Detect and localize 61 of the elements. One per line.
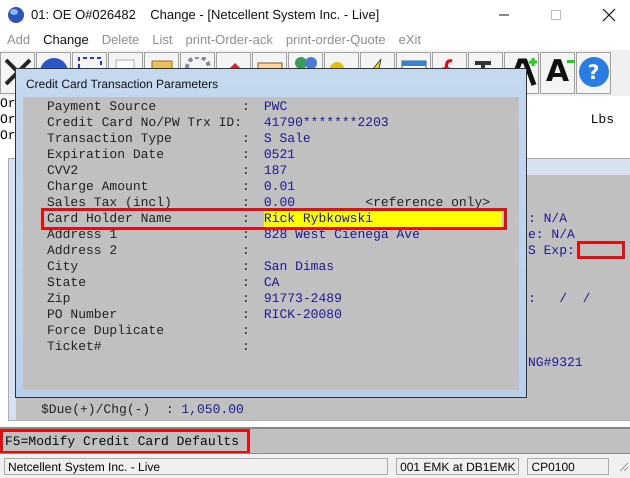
field-label: Zip [47, 291, 72, 307]
field-label: Charge Amount [47, 179, 150, 195]
field-value: 0521 [264, 147, 296, 163]
colon-text: : [242, 131, 250, 146]
colon-text: : [242, 179, 250, 194]
colon-text: : [242, 195, 250, 210]
colon-text: : [242, 275, 250, 290]
field-label: City [47, 259, 80, 275]
field-text: : N/A [528, 210, 568, 227]
field-value: 0.01 [264, 179, 296, 195]
field-value: 1,050.00 [181, 402, 244, 418]
colon-text: : [242, 259, 250, 274]
field-value: 0.00 [264, 195, 296, 211]
field-label: Expiration Date [47, 147, 166, 163]
field-value: 91773-2489 [264, 291, 342, 307]
note-text: <reference only> [365, 195, 490, 211]
field-value: PWC [264, 99, 288, 115]
status-panel: Netcellent System Inc. - Live [4, 458, 388, 475]
colon-text: : [242, 147, 250, 162]
field-label: State [47, 275, 88, 291]
field-label: Address 2 [47, 243, 118, 259]
colon-text: : [242, 243, 250, 258]
colon-text: : [166, 402, 175, 418]
field-label: PO Number [47, 307, 118, 323]
field-value: San Dimas [264, 259, 334, 275]
unit-label: Lbs [590, 112, 614, 128]
field-value: RICK-20080 [264, 307, 342, 323]
colon-text: : [242, 339, 250, 354]
field-text: e: N/A [528, 226, 575, 243]
field-label: Or [0, 112, 16, 128]
field-label: Address 1 [47, 227, 118, 243]
field-text: : / / [528, 290, 590, 307]
field-text: S Exp: [528, 242, 575, 259]
colon-text: : [242, 307, 250, 322]
window-title: 01: OE O#026482 Change - [Netcellent System Inc. - Live] [31, 7, 380, 22]
field-label: Payment Source [47, 99, 158, 115]
field-label: $Due(+)/Chg(-) [41, 402, 152, 418]
dialog-title: Credit Card Transaction Parameters [26, 77, 218, 91]
field-value: 187 [264, 163, 288, 179]
status-panel: CP0100 [527, 458, 610, 475]
field-label: Card Holder Name [47, 211, 173, 227]
field-label: Or [0, 128, 16, 144]
colon-text: : [242, 227, 250, 242]
colon-text: : [242, 211, 250, 226]
colon-text: : [242, 163, 250, 178]
help-icon: ? [578, 56, 608, 87]
field-label: Force Duplicate [47, 323, 166, 339]
field-label: Or [0, 96, 16, 112]
field-label: CVV2 [47, 163, 80, 179]
field-value: CA [264, 275, 280, 291]
colon-text: : [242, 291, 250, 306]
colon-text: : [242, 99, 250, 114]
field-label: Sales Tax (incl) [47, 195, 173, 211]
field-label: Transaction Type [47, 131, 173, 147]
status-panel: 001 EMK at DB1EMK [396, 458, 520, 475]
field-value: S Sale [264, 131, 311, 147]
colon-text: : [242, 323, 250, 338]
field-label: Credit Card No/PW Trx ID: [47, 115, 242, 131]
field-label: Ticket# [47, 339, 103, 355]
field-text: NG#9321 [528, 354, 583, 371]
field-value: 41790*******2203 [264, 115, 389, 131]
